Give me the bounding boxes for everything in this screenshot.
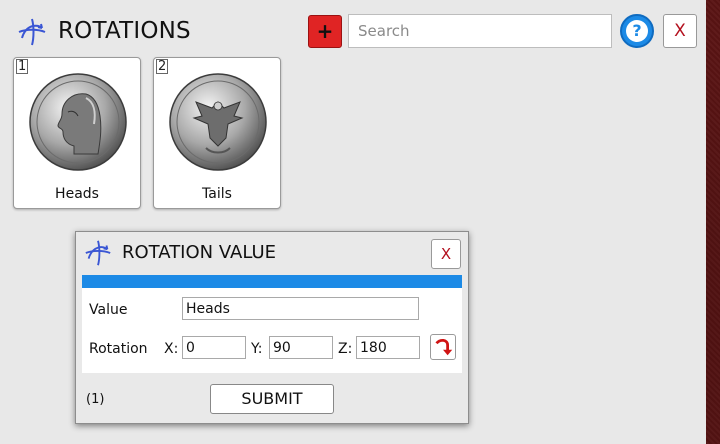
add-button[interactable]: + [308, 15, 342, 48]
z-label: Z: [338, 341, 353, 357]
rotation-axes-icon [85, 240, 111, 266]
rotation-z-input[interactable] [356, 336, 420, 359]
rotation-value-dialog: ROTATION VALUE X Value Rotation X: Y: Z:… [75, 231, 469, 424]
card-label: Tails [202, 186, 232, 202]
submit-button[interactable]: SUBMIT [210, 384, 334, 414]
rotation-form: Value Rotation X: Y: Z: [82, 288, 462, 373]
rotate-arrow-icon [435, 339, 453, 356]
search-input[interactable] [348, 14, 612, 48]
close-button[interactable]: X [663, 14, 697, 48]
value-input[interactable] [182, 297, 419, 320]
card-heads[interactable]: 1 Heads [13, 57, 141, 209]
y-label: Y: [251, 341, 263, 357]
rotation-label: Rotation [89, 341, 148, 357]
quarter-heads-coin [29, 73, 127, 171]
dialog-close-button[interactable]: X [431, 239, 461, 269]
item-count: (1) [86, 392, 105, 407]
rotate-button[interactable] [430, 334, 456, 360]
card-number: 1 [16, 59, 29, 74]
quarter-tails-coin [169, 73, 267, 171]
rotation-y-input[interactable] [269, 336, 333, 359]
rotation-axes-icon [18, 18, 46, 46]
app-title: ROTATIONS [58, 18, 191, 44]
card-label: Heads [55, 186, 99, 202]
help-icon: ? [626, 20, 648, 42]
help-button[interactable]: ? [620, 14, 654, 48]
progress-bar [82, 275, 462, 288]
dialog-title: ROTATION VALUE [122, 242, 277, 263]
value-label: Value [89, 302, 128, 318]
card-tails[interactable]: 2 Tails [153, 57, 281, 209]
card-number: 2 [156, 59, 169, 74]
progress-fill [82, 275, 462, 288]
rotation-x-input[interactable] [182, 336, 246, 359]
x-label: X: [164, 341, 179, 357]
